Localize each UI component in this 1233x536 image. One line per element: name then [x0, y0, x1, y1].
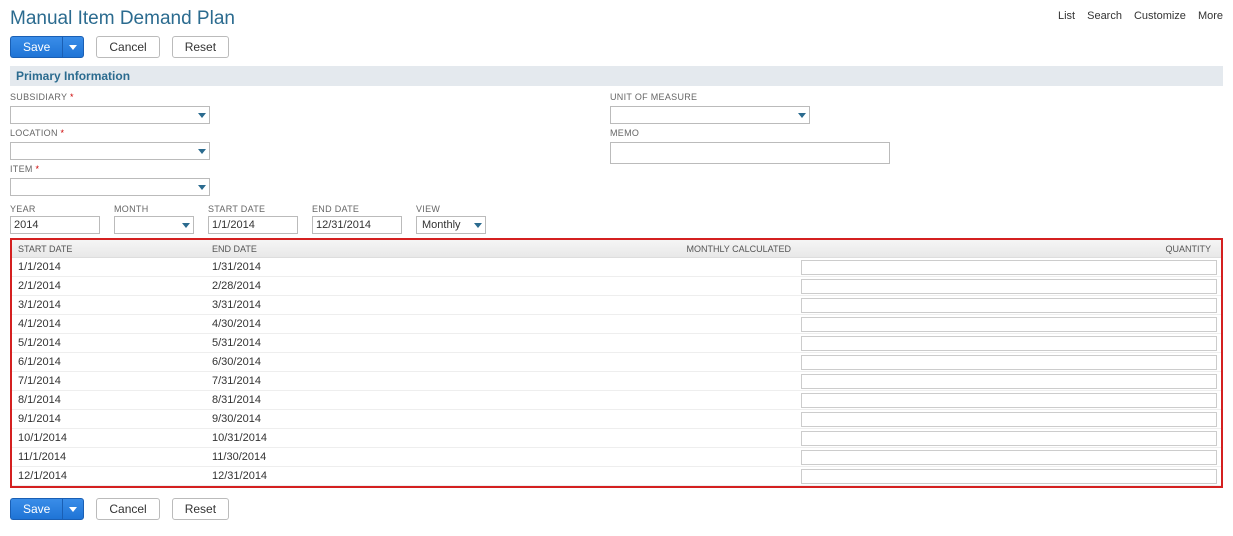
table-row[interactable]: 8/1/20148/31/2014: [12, 391, 1221, 410]
table-row[interactable]: 7/1/20147/31/2014: [12, 372, 1221, 391]
link-more[interactable]: More: [1198, 10, 1223, 22]
caret-down-icon: [198, 113, 206, 118]
month-select[interactable]: [114, 216, 194, 234]
uom-label: UNIT OF MEASURE: [610, 92, 890, 102]
save-dropdown-button[interactable]: [62, 36, 84, 58]
col-monthly-calculated[interactable]: MONTHLY CALCULATED: [552, 244, 801, 254]
cell-end-date: 8/31/2014: [212, 394, 552, 406]
quantity-input[interactable]: [801, 412, 1217, 427]
table-row[interactable]: 11/1/201411/30/2014: [12, 448, 1221, 467]
memo-label: MEMO: [610, 128, 890, 138]
quantity-input[interactable]: [801, 469, 1217, 484]
grid-header-row: START DATE END DATE MONTHLY CALCULATED Q…: [12, 240, 1221, 258]
location-label: LOCATION *: [10, 128, 210, 138]
caret-down-icon: [198, 149, 206, 154]
reset-button-bottom[interactable]: Reset: [172, 498, 229, 520]
cell-start-date: 3/1/2014: [12, 299, 212, 311]
cell-start-date: 7/1/2014: [12, 375, 212, 387]
cell-end-date: 4/30/2014: [212, 318, 552, 330]
quantity-input[interactable]: [801, 317, 1217, 332]
year-label: YEAR: [10, 204, 100, 214]
cell-start-date: 11/1/2014: [12, 451, 212, 463]
cell-end-date: 9/30/2014: [212, 413, 552, 425]
table-row[interactable]: 10/1/201410/31/2014: [12, 429, 1221, 448]
caret-down-icon: [198, 185, 206, 190]
cell-end-date: 12/31/2014: [212, 470, 552, 482]
location-select[interactable]: [10, 142, 210, 160]
quantity-input[interactable]: [801, 260, 1217, 275]
cell-start-date: 12/1/2014: [12, 470, 212, 482]
uom-select[interactable]: [610, 106, 810, 124]
cell-end-date: 1/31/2014: [212, 261, 552, 273]
table-row[interactable]: 9/1/20149/30/2014: [12, 410, 1221, 429]
caret-down-icon: [182, 223, 190, 228]
link-search[interactable]: Search: [1087, 10, 1122, 22]
caret-down-icon: [69, 45, 77, 50]
save-button[interactable]: Save: [10, 36, 62, 58]
caret-down-icon: [69, 507, 77, 512]
item-select[interactable]: [10, 178, 210, 196]
cancel-button[interactable]: Cancel: [96, 36, 159, 58]
cell-start-date: 6/1/2014: [12, 356, 212, 368]
table-row[interactable]: 2/1/20142/28/2014: [12, 277, 1221, 296]
col-start-date[interactable]: START DATE: [12, 244, 212, 254]
cell-end-date: 7/31/2014: [212, 375, 552, 387]
save-dropdown-button-bottom[interactable]: [62, 498, 84, 520]
item-label: ITEM *: [10, 164, 210, 174]
quantity-input[interactable]: [801, 431, 1217, 446]
cell-start-date: 2/1/2014: [12, 280, 212, 292]
cell-start-date: 4/1/2014: [12, 318, 212, 330]
cell-end-date: 2/28/2014: [212, 280, 552, 292]
cell-start-date: 5/1/2014: [12, 337, 212, 349]
table-row[interactable]: 1/1/20141/31/2014: [12, 258, 1221, 277]
link-customize[interactable]: Customize: [1134, 10, 1186, 22]
col-end-date[interactable]: END DATE: [212, 244, 552, 254]
quantity-input[interactable]: [801, 336, 1217, 351]
quantity-input[interactable]: [801, 279, 1217, 294]
cell-end-date: 11/30/2014: [212, 451, 552, 463]
subsidiary-label: SUBSIDIARY *: [10, 92, 210, 102]
quantity-input[interactable]: [801, 393, 1217, 408]
startdate-input[interactable]: 1/1/2014: [208, 216, 298, 234]
cell-start-date: 9/1/2014: [12, 413, 212, 425]
cell-end-date: 10/31/2014: [212, 432, 552, 444]
table-row[interactable]: 6/1/20146/30/2014: [12, 353, 1221, 372]
button-row-top: Save Cancel Reset: [10, 36, 1223, 58]
year-input[interactable]: 2014: [10, 216, 100, 234]
demand-grid: START DATE END DATE MONTHLY CALCULATED Q…: [10, 238, 1223, 488]
enddate-input[interactable]: 12/31/2014: [312, 216, 402, 234]
link-list[interactable]: List: [1058, 10, 1075, 22]
quantity-input[interactable]: [801, 374, 1217, 389]
cell-end-date: 3/31/2014: [212, 299, 552, 311]
memo-input[interactable]: [610, 142, 890, 164]
cell-start-date: 10/1/2014: [12, 432, 212, 444]
startdate-label: START DATE: [208, 204, 298, 214]
cell-start-date: 1/1/2014: [12, 261, 212, 273]
table-row[interactable]: 4/1/20144/30/2014: [12, 315, 1221, 334]
enddate-label: END DATE: [312, 204, 402, 214]
quantity-input[interactable]: [801, 355, 1217, 370]
table-row[interactable]: 12/1/201412/31/2014: [12, 467, 1221, 486]
page-title: Manual Item Demand Plan: [10, 8, 235, 30]
cancel-button-bottom[interactable]: Cancel: [96, 498, 159, 520]
save-button-bottom[interactable]: Save: [10, 498, 62, 520]
reset-button[interactable]: Reset: [172, 36, 229, 58]
subsidiary-select[interactable]: [10, 106, 210, 124]
view-select[interactable]: Monthly: [416, 216, 486, 234]
cell-end-date: 5/31/2014: [212, 337, 552, 349]
table-row[interactable]: 3/1/20143/31/2014: [12, 296, 1221, 315]
month-label: MONTH: [114, 204, 194, 214]
caret-down-icon: [474, 223, 482, 228]
quantity-input[interactable]: [801, 450, 1217, 465]
quantity-input[interactable]: [801, 298, 1217, 313]
cell-start-date: 8/1/2014: [12, 394, 212, 406]
view-label: VIEW: [416, 204, 486, 214]
col-quantity[interactable]: QUANTITY: [801, 244, 1221, 254]
table-row[interactable]: 5/1/20145/31/2014: [12, 334, 1221, 353]
top-links: List Search Customize More: [1058, 8, 1223, 22]
button-row-bottom: Save Cancel Reset: [10, 498, 1223, 520]
section-primary-info: Primary Information: [10, 66, 1223, 86]
caret-down-icon: [798, 113, 806, 118]
cell-end-date: 6/30/2014: [212, 356, 552, 368]
